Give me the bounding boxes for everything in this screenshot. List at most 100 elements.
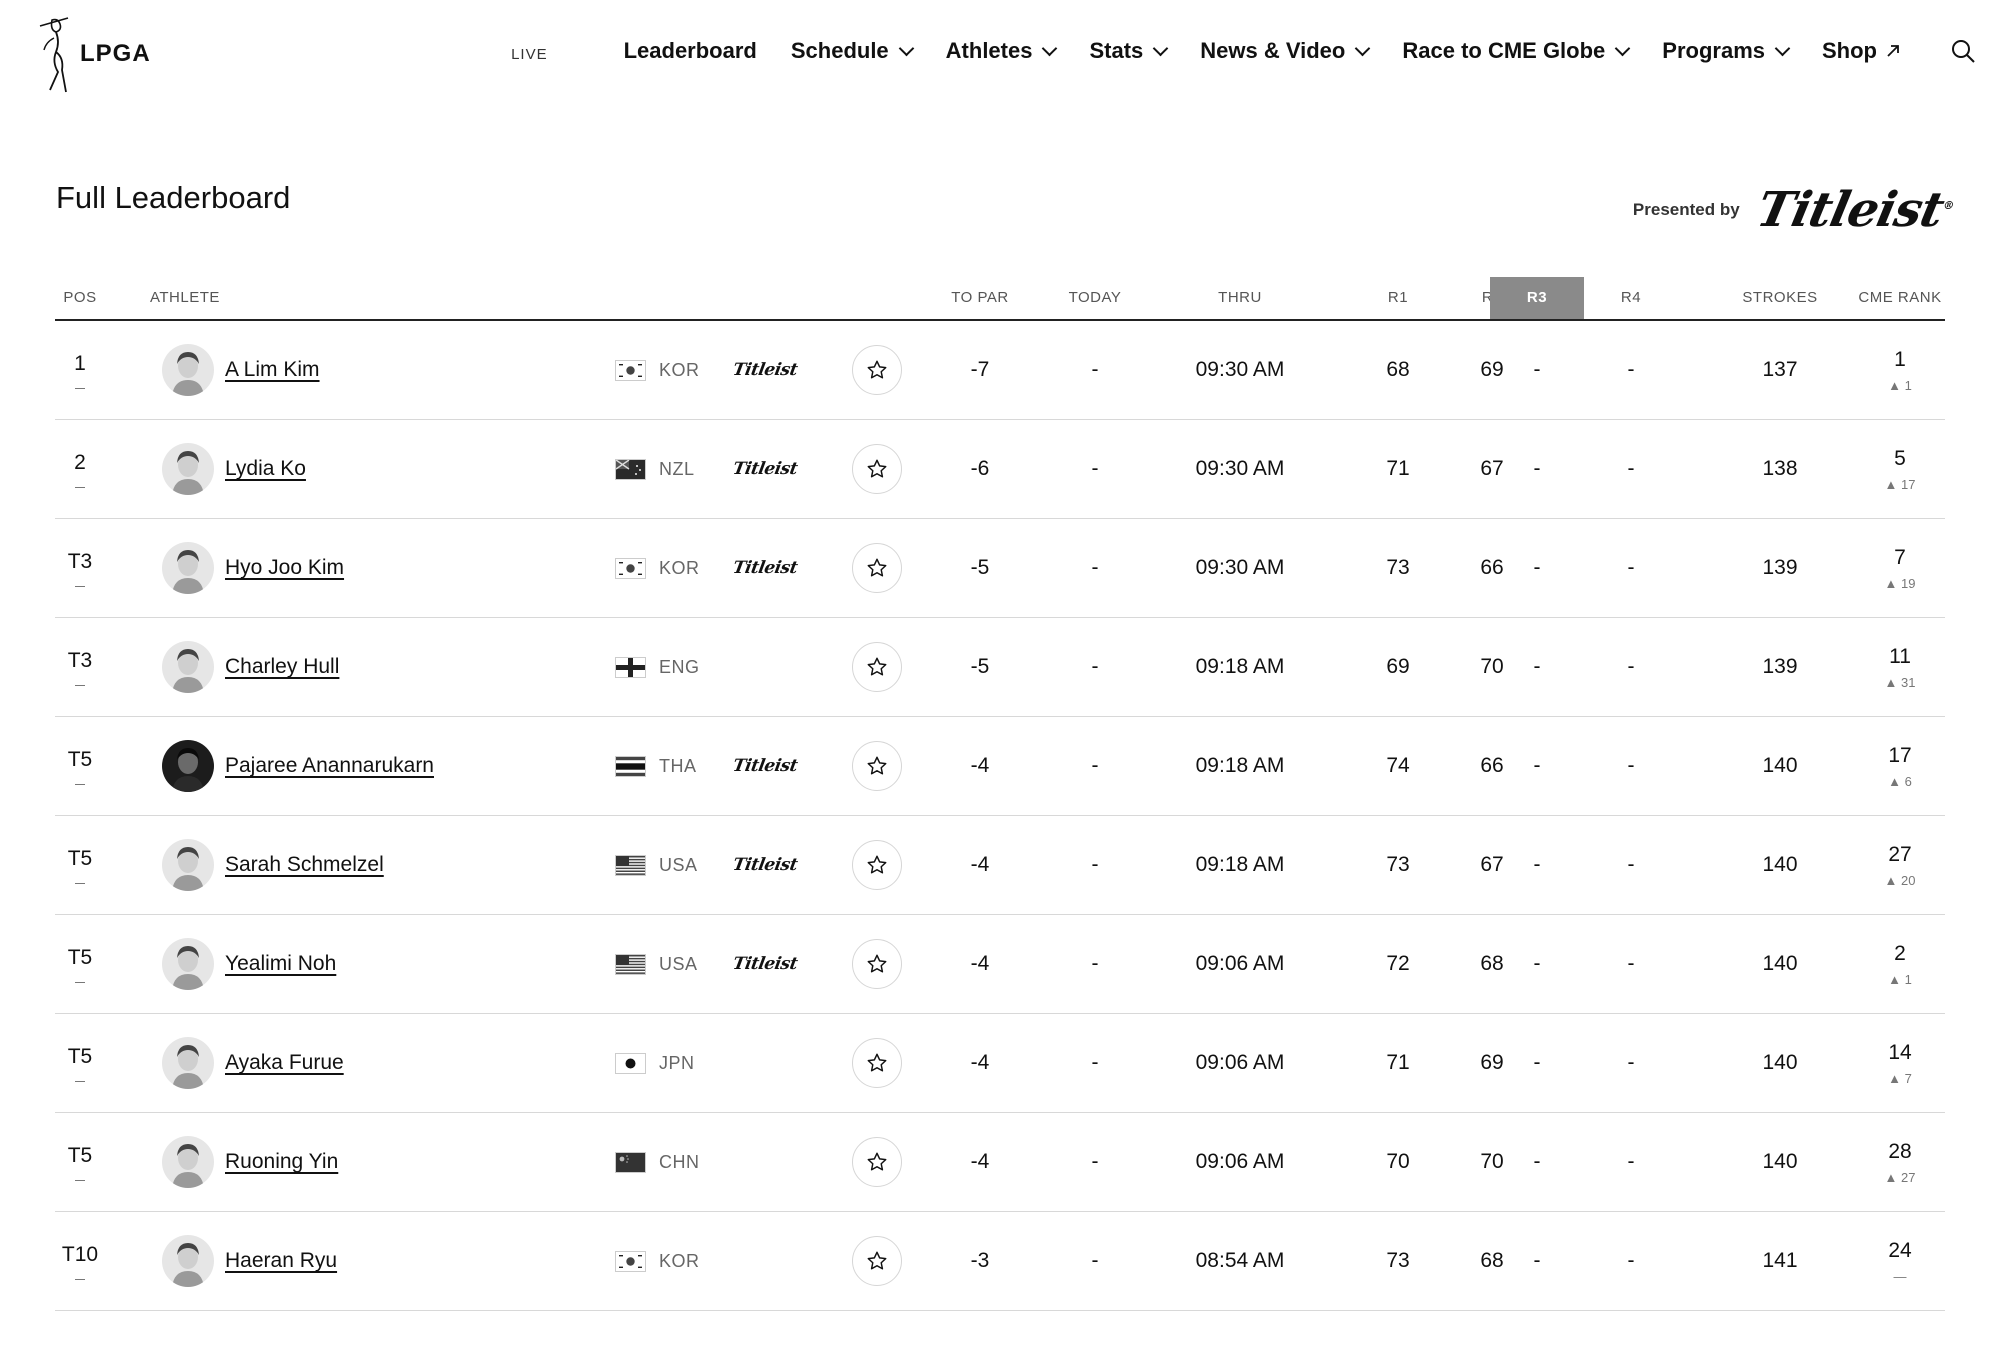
athlete-name-link[interactable]: Lydia Ko xyxy=(225,420,306,518)
nav-news-video[interactable]: News & Video xyxy=(1200,38,1371,64)
r1-cell: 70 xyxy=(1386,1150,1410,1173)
chevron-down-icon xyxy=(1152,40,1169,56)
nav-stats-label: Stats xyxy=(1089,38,1144,63)
country: KOR xyxy=(615,1212,700,1310)
favorite-button[interactable] xyxy=(852,642,902,692)
nav-live[interactable]: LIVE xyxy=(511,46,548,63)
col-r3[interactable]: R3 xyxy=(1490,277,1584,319)
avatar[interactable] xyxy=(162,641,214,693)
position-cell: T10 xyxy=(55,1212,105,1310)
athlete-name-link[interactable]: Ruoning Yin xyxy=(225,1113,338,1211)
table-row[interactable]: T3 Charley Hull ENG -5-09:18 AM 69 70- -139 11 ▲… xyxy=(55,618,1945,717)
athlete-name-link[interactable]: Haeran Ryu xyxy=(225,1212,337,1310)
strokes-cell: 140 xyxy=(1762,1150,1798,1173)
today-cell: - xyxy=(1091,556,1099,579)
avatar[interactable] xyxy=(162,1235,214,1287)
athlete-name-link[interactable]: Sarah Schmelzel xyxy=(225,816,384,914)
cme-rank-move: ▲ 19 xyxy=(1884,575,1916,591)
nav-shop-label: Shop xyxy=(1822,38,1877,63)
table-row[interactable]: T5 Pajaree Anannarukarn THA Titleist -4 - 09:1… xyxy=(55,717,1945,816)
cme-rank-cell: 5 ▲ 17 xyxy=(1845,420,1955,518)
avatar[interactable] xyxy=(162,1037,214,1089)
r1-cell: 71 xyxy=(1386,457,1410,480)
col-r4[interactable]: R4 xyxy=(1584,277,1678,319)
r4-cell: - xyxy=(1627,952,1635,975)
nav-stats[interactable]: Stats xyxy=(1089,38,1169,64)
nav-programs-label: Programs xyxy=(1662,38,1765,63)
athlete-name-link[interactable]: Pajaree Anannarukarn xyxy=(225,717,434,815)
thru-cell: 09:30 AM xyxy=(1195,556,1285,579)
position: T3 xyxy=(67,648,93,672)
col-cme-rank[interactable]: CME RANK xyxy=(1845,277,1955,319)
thru-cell: 09:30 AM xyxy=(1195,457,1285,480)
favorite-button[interactable] xyxy=(852,840,902,890)
avatar[interactable] xyxy=(162,839,214,891)
athlete-name-link[interactable]: Yealimi Noh xyxy=(225,915,336,1013)
favorite-button[interactable] xyxy=(852,345,902,395)
col-strokes[interactable]: STROKES xyxy=(1715,277,1845,319)
table-row[interactable]: 2 Lydia Ko NZL Titleist -6-09:30 AM 71 67- -138… xyxy=(55,420,1945,519)
athlete-avatar-cell xyxy=(160,1113,216,1211)
avatar[interactable] xyxy=(162,938,214,990)
athlete-name-link[interactable]: Ayaka Furue xyxy=(225,1014,344,1112)
to-par-cell: -5 xyxy=(970,655,990,678)
favorite-button[interactable] xyxy=(852,444,902,494)
thru-cell: 09:06 AM xyxy=(1195,1051,1285,1074)
position-cell: 1 xyxy=(55,321,105,419)
nav-race-to-cme-globe[interactable]: Race to CME Globe xyxy=(1402,38,1631,64)
r1-cell: 68 xyxy=(1386,358,1410,381)
nav-shop[interactable]: Shop xyxy=(1822,38,1900,64)
favorite-button[interactable] xyxy=(852,1137,902,1187)
table-row[interactable]: T5 Ayaka Furue JPN -4-09:06 AM 71 69- -140 14 ▲ … xyxy=(55,1014,1945,1113)
strokes-cell: 140 xyxy=(1762,1051,1798,1074)
nav-programs[interactable]: Programs xyxy=(1662,38,1791,64)
position-move-dash xyxy=(75,981,85,983)
col-athlete[interactable]: ATHLETE xyxy=(150,277,240,319)
search-button[interactable] xyxy=(1950,38,1976,69)
favorite-button[interactable] xyxy=(852,543,902,593)
athlete-avatar-cell xyxy=(160,321,216,419)
strokes-cell: 140 xyxy=(1762,853,1798,876)
table-row[interactable]: T5 Yealimi Noh USA Titleist -4-09:06 AM 72 68-… xyxy=(55,915,1945,1014)
col-today[interactable]: TODAY xyxy=(1045,277,1145,319)
today-cell: - xyxy=(1091,358,1099,381)
table-row[interactable]: 1A Lim Kim KOR Titleist -7-09:30 AM 68 69- -13… xyxy=(55,321,1945,420)
table-row[interactable]: T10 Haeran Ryu KOR -3-08:54 AM 73 68- -141 24— xyxy=(55,1212,1945,1311)
lpga-logo[interactable]: LPGA xyxy=(38,16,151,94)
nav-athletes[interactable]: Athletes xyxy=(945,38,1058,64)
position: T5 xyxy=(67,1143,93,1167)
table-row[interactable]: T3 Hyo Joo Kim KOR Titleist -5-09:30 AM 73 66-… xyxy=(55,519,1945,618)
avatar[interactable] xyxy=(162,344,214,396)
athlete-name-link[interactable]: A Lim Kim xyxy=(225,321,320,419)
avatar[interactable] xyxy=(162,740,214,792)
col-to-par[interactable]: TO PAR xyxy=(925,277,1035,319)
r3-cell: - xyxy=(1533,655,1541,678)
avatar[interactable] xyxy=(162,443,214,495)
col-thru[interactable]: THRU xyxy=(1160,277,1320,319)
nav-athletes-label: Athletes xyxy=(945,38,1033,63)
position-move-dash xyxy=(75,1080,85,1082)
chevron-down-icon xyxy=(1774,40,1791,56)
col-pos[interactable]: POS xyxy=(55,277,105,319)
favorite-button[interactable] xyxy=(852,741,902,791)
favorite-button[interactable] xyxy=(852,939,902,989)
titleist-logo[interactable]: Titleist® xyxy=(1752,182,1958,238)
nav-leaderboard[interactable]: Leaderboard xyxy=(624,38,757,64)
cme-rank-move: ▲ 7 xyxy=(1888,1070,1912,1086)
favorite-button[interactable] xyxy=(852,1236,902,1286)
avatar[interactable] xyxy=(162,1136,214,1188)
nav-schedule[interactable]: Schedule xyxy=(791,38,914,64)
r4-cell: - xyxy=(1627,1051,1635,1074)
position: 1 xyxy=(74,351,86,375)
country: CHN xyxy=(615,1113,700,1211)
cme-rank-move: ▲ 17 xyxy=(1884,476,1916,492)
athlete-name-link[interactable]: Charley Hull xyxy=(225,618,339,716)
sponsor-logo: Titleist xyxy=(731,558,799,578)
favorite-button[interactable] xyxy=(852,1038,902,1088)
table-row[interactable]: T5 Ruoning Yin CHN -4-09:06 AM 70 70- -140 28 ▲ … xyxy=(55,1113,1945,1212)
table-row[interactable]: T5 Sarah Schmelzel USA Titleist -4 - 09:18 AM 7… xyxy=(55,816,1945,915)
cme-rank-cell: 28 ▲ 27 xyxy=(1845,1113,1955,1211)
col-r1[interactable]: R1 xyxy=(1351,277,1445,319)
avatar[interactable] xyxy=(162,542,214,594)
athlete-name-link[interactable]: Hyo Joo Kim xyxy=(225,519,344,617)
